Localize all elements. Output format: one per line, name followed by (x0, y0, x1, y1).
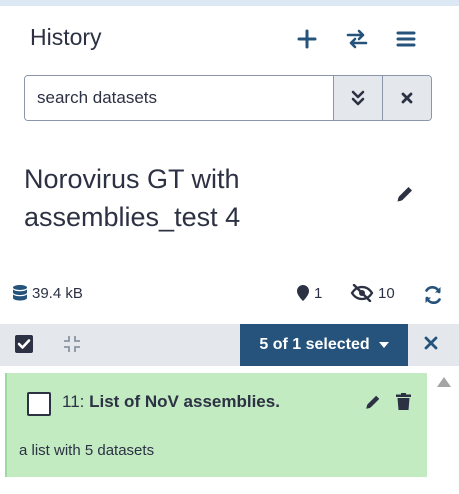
history-size[interactable]: 39.4 kB (12, 284, 83, 302)
plus-icon[interactable] (293, 26, 321, 52)
item-info: a list with 5 datasets (19, 442, 155, 459)
hidden-count-label: 10 (378, 284, 395, 302)
history-name: Norovirus GT with assemblies_test 4 (24, 164, 241, 232)
map-marker-icon (297, 285, 309, 301)
caret-down-icon (378, 342, 389, 348)
selection-dropdown[interactable]: 5 of 1 selected (240, 324, 408, 366)
item-title[interactable]: 11: List of NoV assemblies. (62, 392, 280, 412)
visible-count-label: 1 (314, 284, 323, 302)
visible-count[interactable]: 1 (296, 284, 322, 302)
top-border (0, 0, 459, 6)
scroll-up-arrow[interactable] (437, 374, 451, 387)
history-size-label: 39.4 kB (32, 284, 83, 302)
double-chevron-down-icon (351, 90, 365, 106)
clear-search-button[interactable] (382, 76, 431, 120)
panel-title: History (30, 24, 102, 50)
menu-icon[interactable] (392, 26, 420, 52)
eye-slash-icon (350, 284, 374, 302)
item-hid: 11: (62, 392, 85, 411)
switch-icon[interactable] (343, 26, 371, 52)
collapse-icon[interactable] (63, 335, 81, 353)
item-name: List of NoV assemblies. (89, 392, 280, 411)
delete-item-icon[interactable] (396, 393, 412, 411)
close-icon (401, 92, 413, 104)
edit-history-icon[interactable] (395, 184, 417, 206)
search-box (24, 75, 432, 121)
edit-item-icon[interactable] (364, 393, 382, 411)
search-input[interactable] (25, 76, 333, 120)
database-icon (13, 285, 27, 301)
clear-selection-icon[interactable] (424, 336, 440, 352)
hidden-count[interactable]: 10 (350, 284, 395, 302)
select-all-checkbox[interactable] (15, 335, 33, 353)
refresh-icon[interactable] (423, 285, 443, 305)
list-item[interactable]: 11: List of NoV assemblies. a list with … (5, 373, 427, 477)
selection-label: 5 of 1 selected (259, 336, 370, 353)
item-checkbox[interactable] (27, 392, 51, 416)
advanced-search-button[interactable] (333, 76, 382, 120)
